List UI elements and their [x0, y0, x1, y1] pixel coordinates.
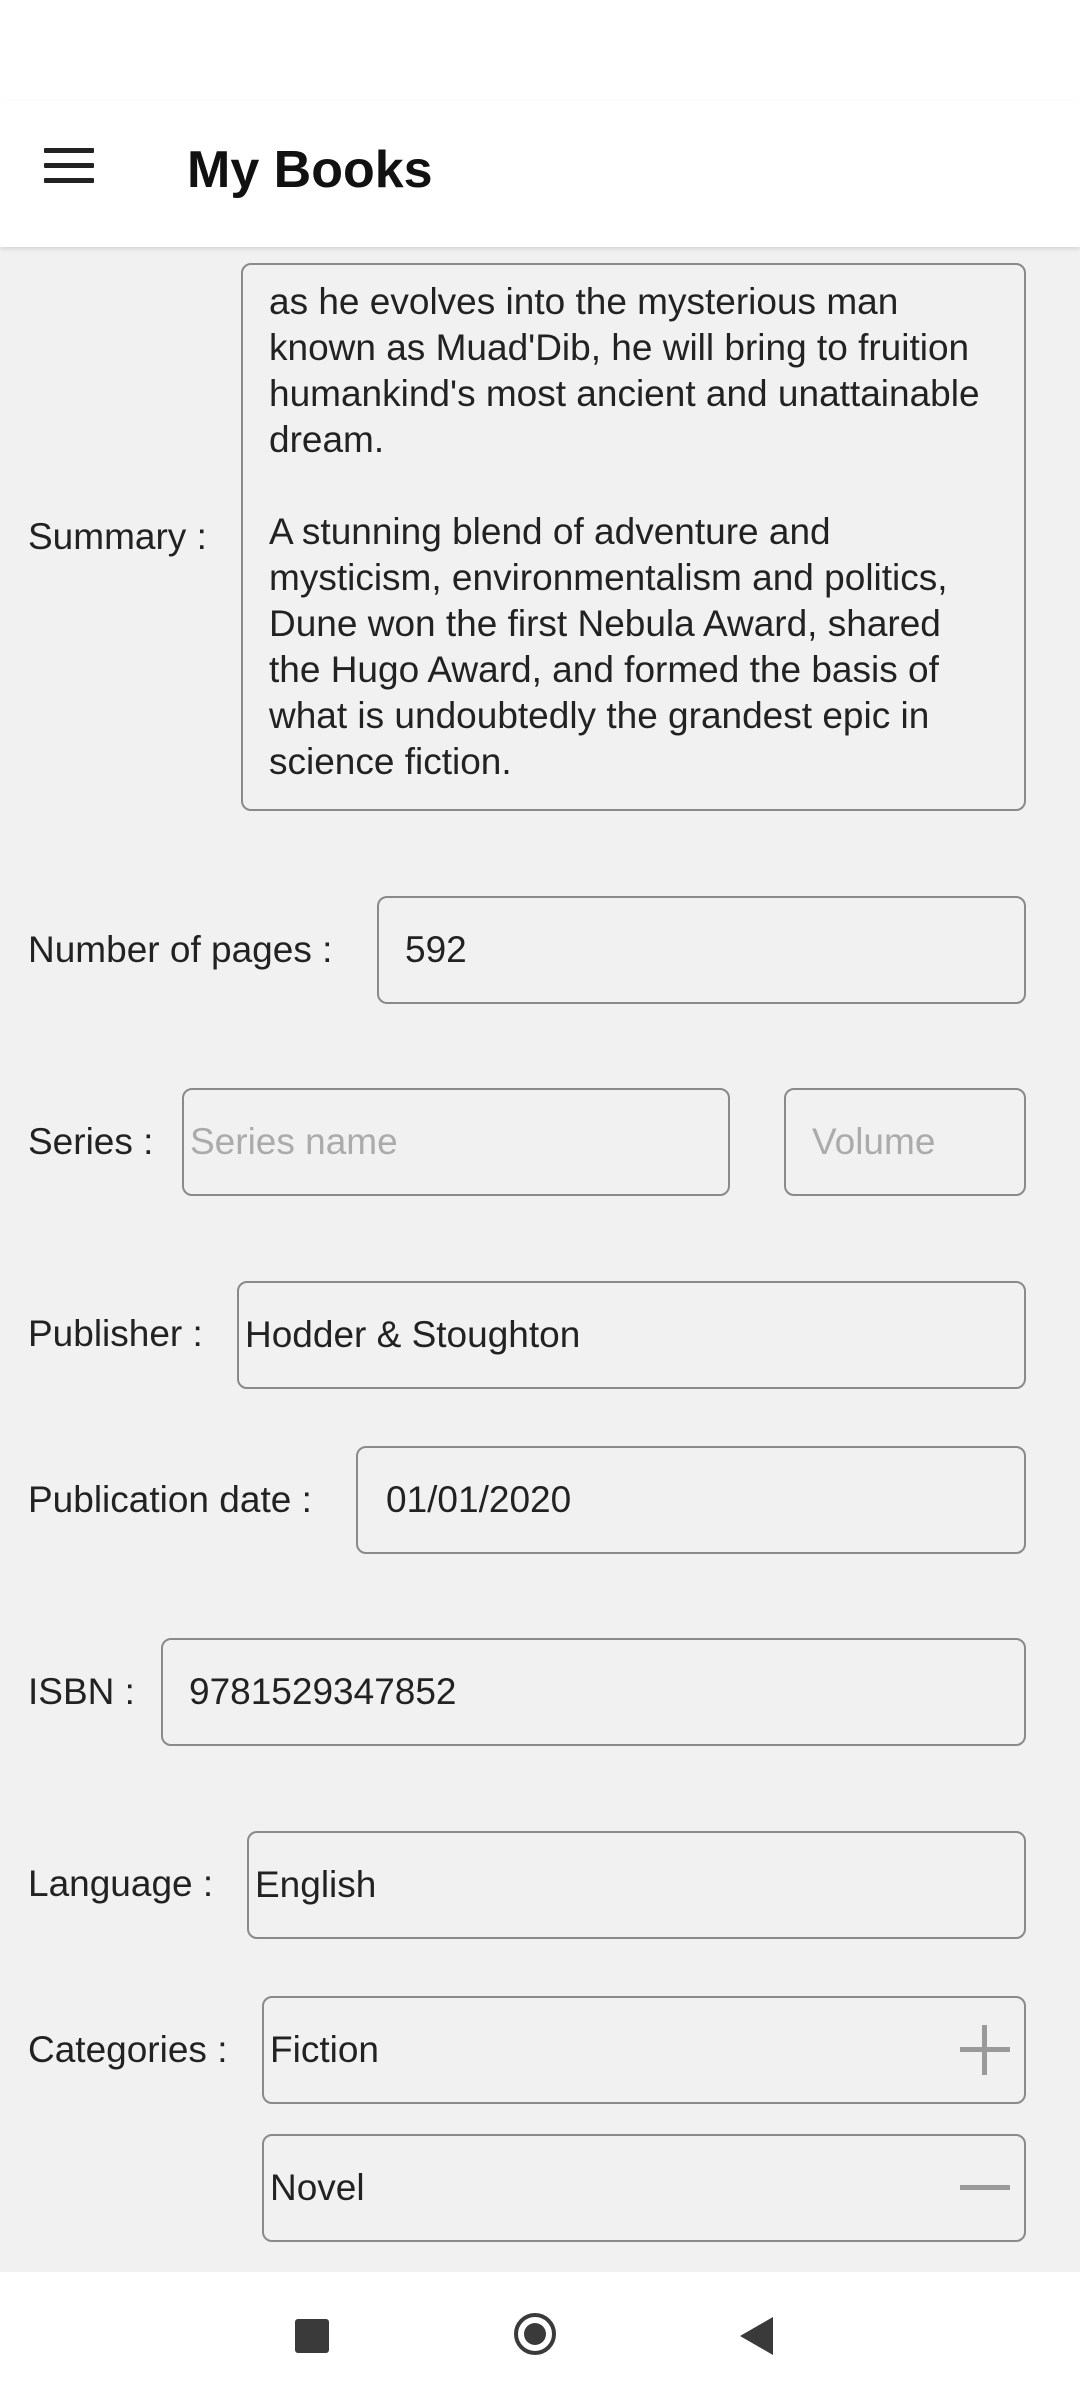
pages-label: Number of pages :	[28, 929, 333, 970]
series-label: Series :	[28, 1121, 154, 1162]
category-value: Novel	[270, 2167, 365, 2208]
minus-icon[interactable]	[960, 2163, 1010, 2213]
circle-icon[interactable]	[514, 2313, 556, 2355]
pages-field[interactable]: 592	[377, 896, 1026, 1004]
language-field[interactable]: English	[247, 1831, 1026, 1939]
plus-icon[interactable]	[960, 2025, 1010, 2075]
summary-field[interactable]: as he evolves into the mysterious man kn…	[241, 263, 1026, 811]
navigation-bar	[0, 2272, 1080, 2400]
hamburger-menu-icon[interactable]	[44, 146, 94, 186]
summary-paragraph: A stunning blend of adventure and mystic…	[269, 511, 948, 782]
triangle-back-icon[interactable]	[740, 2317, 773, 2355]
publisher-label: Publisher :	[28, 1313, 203, 1354]
publisher-field[interactable]: Hodder & Stoughton	[237, 1281, 1026, 1389]
series-name-placeholder: Series name	[190, 1121, 398, 1162]
summary-label: Summary :	[28, 516, 207, 557]
series-volume-input[interactable]: Volume	[784, 1088, 1026, 1196]
app-title: My Books	[187, 141, 433, 199]
publisher-value: Hodder & Stoughton	[245, 1314, 581, 1355]
app-bar: My Books	[0, 100, 1080, 247]
summary-paragraph: as he evolves into the mysterious man kn…	[269, 281, 980, 460]
category-field[interactable]: Novel	[262, 2134, 1026, 2242]
category-value: Fiction	[270, 2029, 379, 2070]
status-bar	[0, 0, 1080, 100]
square-icon[interactable]	[295, 2319, 329, 2353]
pages-value: 592	[405, 929, 467, 970]
isbn-value: 9781529347852	[189, 1671, 457, 1712]
series-name-input[interactable]: Series name	[182, 1088, 730, 1196]
publication-date-value: 01/01/2020	[386, 1479, 572, 1520]
publication-date-field[interactable]: 01/01/2020	[356, 1446, 1026, 1554]
isbn-field[interactable]: 9781529347852	[161, 1638, 1026, 1746]
categories-label: Categories :	[28, 2029, 228, 2070]
isbn-label: ISBN :	[28, 1671, 135, 1712]
publication-date-label: Publication date :	[28, 1479, 312, 1520]
language-label: Language :	[28, 1863, 214, 1904]
series-volume-placeholder: Volume	[812, 1121, 936, 1162]
language-value: English	[255, 1864, 377, 1905]
category-field[interactable]: Fiction	[262, 1996, 1026, 2104]
